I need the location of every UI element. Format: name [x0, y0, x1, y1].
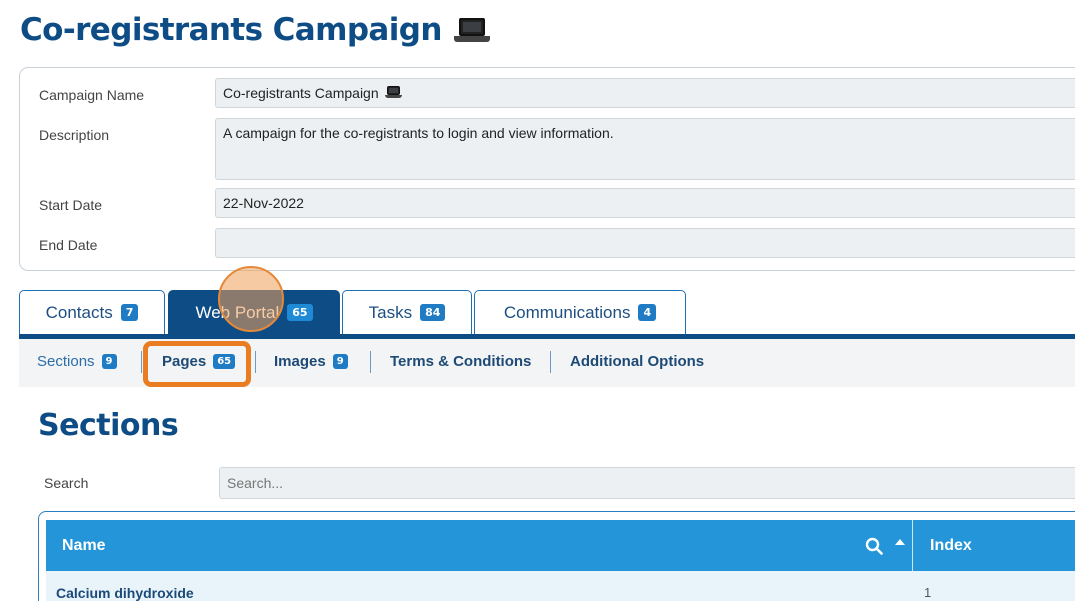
table-row[interactable]: [46, 571, 1075, 601]
subnav-images-count: 9: [332, 354, 348, 369]
page-title: Co-registrants Campaign: [20, 12, 490, 48]
subnav-sections-count: 9: [101, 354, 117, 369]
subnav-divider: [255, 351, 256, 373]
row-index-cell: 1: [924, 585, 932, 600]
row-name-cell[interactable]: Calcium dihydroxide: [56, 585, 194, 601]
description-label: Description: [39, 127, 110, 143]
campaign-name-field[interactable]: Co-registrants Campaign: [215, 78, 1075, 108]
column-header-index[interactable]: Index: [930, 537, 972, 555]
search-label: Search: [44, 475, 89, 491]
start-date-value: 22-Nov-2022: [223, 195, 304, 211]
tab-communications[interactable]: Communications 4: [474, 290, 686, 334]
subnav-additional-options[interactable]: Additional Options: [570, 353, 704, 370]
subnav-divider: [141, 351, 142, 373]
campaign-name-label: Campaign Name: [39, 87, 145, 103]
tab-tasks[interactable]: Tasks 84: [342, 290, 472, 334]
subnav-terms[interactable]: Terms & Conditions: [390, 353, 531, 370]
pages-highlight: [143, 341, 251, 387]
tab-communications-label: Communications: [503, 302, 631, 322]
subnav-sections-label: Sections: [37, 353, 95, 370]
section-title: Sections: [38, 408, 179, 443]
search-input[interactable]: [219, 467, 1075, 499]
subnav-additional-options-label: Additional Options: [570, 353, 705, 370]
end-date-field[interactable]: [215, 228, 1075, 258]
subnav-sections[interactable]: Sections 9: [37, 353, 117, 370]
description-value: A campaign for the co-registrants to log…: [223, 125, 614, 141]
tab-web-portal-count: 65: [287, 304, 313, 321]
tab-contacts[interactable]: Contacts 7: [19, 290, 165, 334]
subnav-images-label: Images: [274, 353, 326, 370]
click-indicator: [218, 266, 284, 332]
page-title-text: Co-registrants Campaign: [20, 12, 442, 48]
description-field[interactable]: A campaign for the co-registrants to log…: [215, 118, 1075, 180]
subnav-divider: [370, 351, 371, 373]
subnav-images[interactable]: Images 9: [274, 353, 348, 370]
tab-communications-count: 4: [638, 304, 657, 321]
campaign-form: Campaign Name Co-registrants Campaign De…: [19, 67, 1075, 271]
end-date-label: End Date: [39, 237, 98, 253]
subnav-terms-label: Terms & Conditions: [390, 353, 532, 370]
tab-tasks-count: 84: [420, 304, 446, 321]
start-date-field[interactable]: 22-Nov-2022: [215, 188, 1075, 218]
tab-contacts-count: 7: [120, 304, 139, 321]
column-header-name[interactable]: Name: [62, 537, 106, 555]
sort-asc-icon[interactable]: [895, 539, 905, 545]
campaign-name-value: Co-registrants Campaign: [223, 85, 379, 101]
tab-tasks-label: Tasks: [368, 302, 413, 322]
tab-contacts-label: Contacts: [45, 302, 113, 322]
table-header: [46, 520, 1075, 571]
start-date-label: Start Date: [39, 197, 103, 213]
laptop-icon: [453, 16, 490, 44]
subnav-divider: [550, 351, 551, 373]
laptop-icon: [384, 85, 402, 98]
search-icon[interactable]: [865, 537, 883, 555]
